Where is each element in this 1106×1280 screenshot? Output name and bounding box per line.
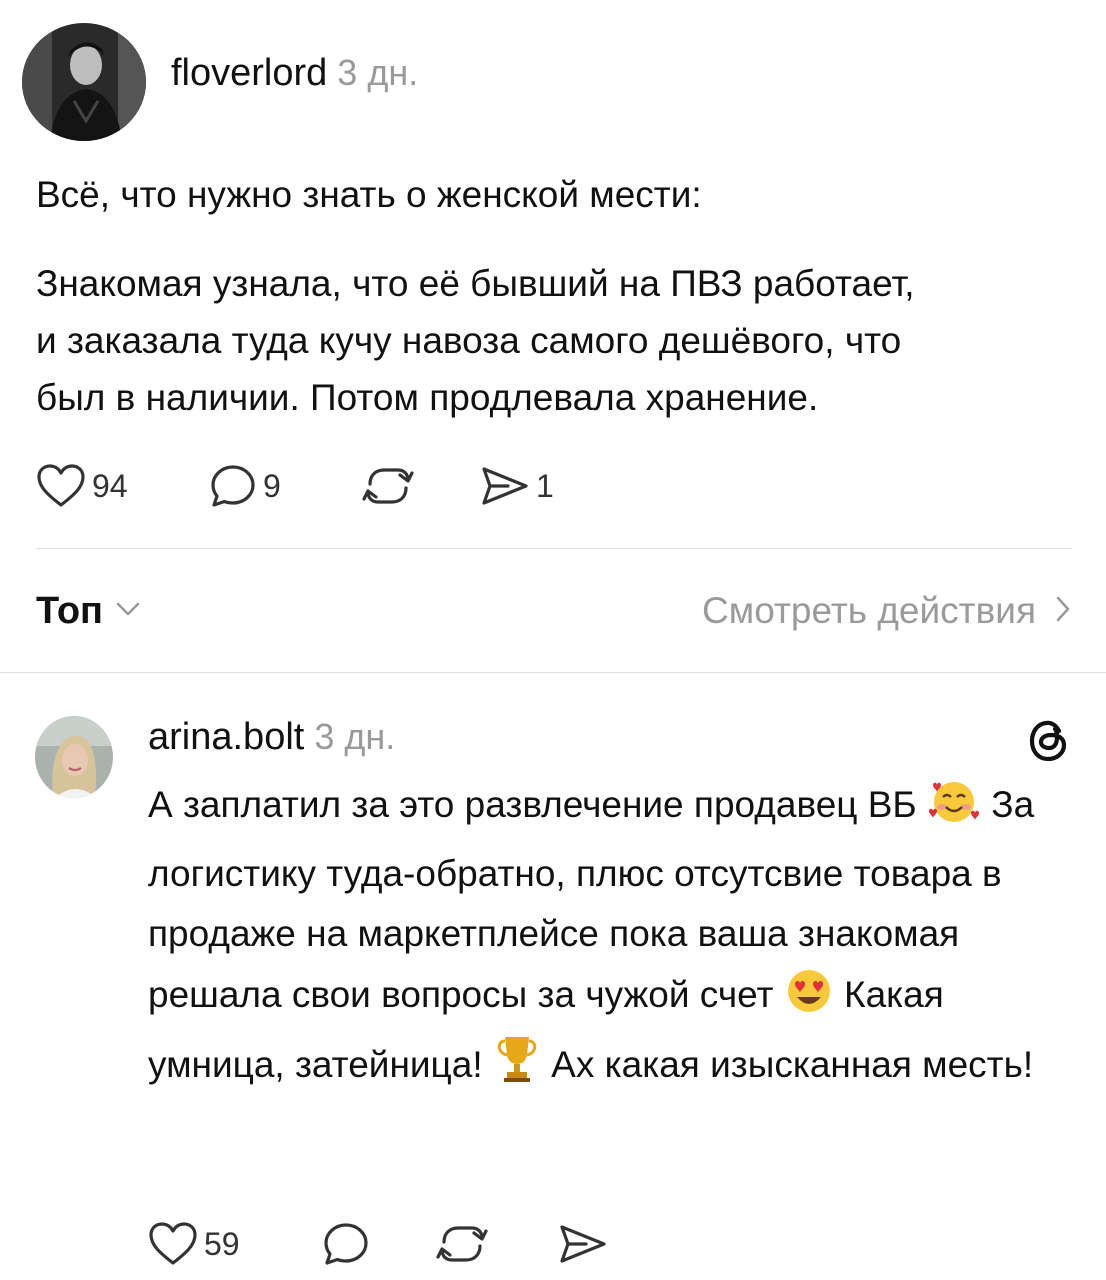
reply-username[interactable]: arina.bolt [148, 716, 304, 758]
sort-label: Топ [36, 590, 103, 632]
post-share-button[interactable]: 1 [478, 462, 554, 510]
post-username[interactable]: floverlord [171, 52, 327, 94]
view-activity-label: Смотреть действия [702, 590, 1036, 631]
share-icon [478, 463, 530, 509]
trophy-icon [493, 1033, 541, 1104]
reply-text-part4: Ах какая изысканная месть! [551, 1044, 1034, 1085]
reply-comment-button[interactable] [322, 1220, 370, 1268]
post-comment-count: 9 [263, 467, 281, 504]
post-avatar[interactable] [22, 23, 146, 141]
smiling-face-with-hearts-icon [927, 777, 981, 844]
reply-text: А заплатил за это развлечение продавец В… [148, 775, 1078, 1104]
post-divider [36, 548, 1072, 549]
post-comment-button[interactable]: 9 [209, 462, 281, 510]
comment-icon [322, 1221, 370, 1267]
view-activity-link[interactable]: Смотреть действия [702, 590, 1072, 632]
sort-dropdown[interactable]: Топ [36, 590, 141, 633]
reply-repost-button[interactable] [436, 1220, 488, 1268]
repost-icon [362, 462, 414, 510]
heart-icon [148, 1221, 198, 1267]
reply-like-button[interactable]: 59 [148, 1220, 240, 1268]
post-like-button[interactable]: 94 [36, 462, 128, 510]
chevron-right-icon [1054, 594, 1072, 629]
heart-icon [36, 463, 86, 509]
repost-icon [436, 1220, 488, 1268]
threads-logo-icon [1026, 717, 1072, 770]
post-author: floverlord 3 дн. [171, 52, 418, 95]
share-icon [556, 1221, 608, 1267]
reply-text-part1: А заплатил за это развлечение продавец В… [148, 784, 917, 825]
post-share-count: 1 [536, 467, 554, 504]
post-repost-button[interactable] [362, 462, 414, 510]
comment-icon [209, 463, 257, 509]
reply-author: arina.bolt 3 дн. [148, 716, 395, 759]
post-time: 3 дн. [337, 52, 419, 93]
post-like-count: 94 [92, 467, 128, 504]
post-text-line1: Всё, что нужно знать о женской мести: [36, 174, 702, 215]
reply-time: 3 дн. [314, 716, 396, 757]
chevron-down-icon [115, 600, 141, 623]
post-text-body: Знакомая узнала, что её бывший на ПВЗ ра… [36, 263, 915, 418]
heart-eyes-icon [784, 967, 834, 1034]
reply-like-count: 59 [204, 1225, 240, 1262]
reply-share-button[interactable] [556, 1220, 608, 1268]
reply-avatar[interactable] [35, 716, 113, 798]
section-divider [0, 672, 1106, 673]
